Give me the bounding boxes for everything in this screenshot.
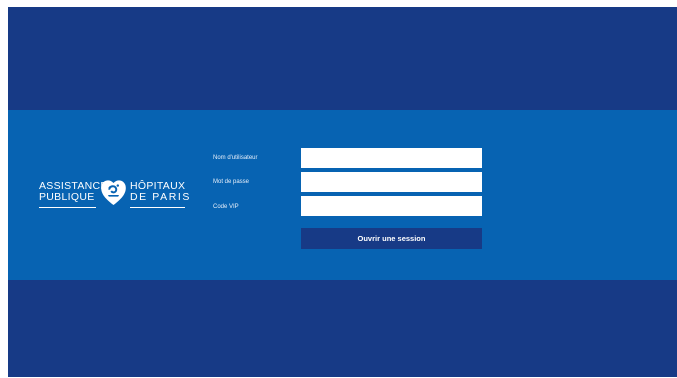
vip-code-label: Code VIP — [213, 204, 239, 210]
logo-divider-left — [39, 207, 96, 208]
heart-emblem-icon — [101, 180, 126, 205]
login-screen: ASSISTANCE PUBLIQUE HÔPITAUX DE PARIS No… — [8, 7, 677, 377]
vip-code-input[interactable] — [301, 196, 482, 216]
password-label: Mot de passe — [213, 179, 250, 185]
logo-text-de-paris: DE PARIS — [130, 191, 192, 203]
login-band: ASSISTANCE PUBLIQUE HÔPITAUX DE PARIS No… — [8, 110, 677, 280]
username-label: Nom d'utilisateur — [213, 155, 258, 161]
open-session-button[interactable]: Ouvrir une session — [301, 228, 482, 249]
aphp-logo: ASSISTANCE PUBLIQUE HÔPITAUX DE PARIS — [39, 178, 189, 212]
username-input[interactable] — [301, 148, 482, 168]
password-input[interactable] — [301, 172, 482, 192]
logo-divider-right — [130, 207, 185, 208]
logo-text-publique: PUBLIQUE — [39, 191, 95, 203]
